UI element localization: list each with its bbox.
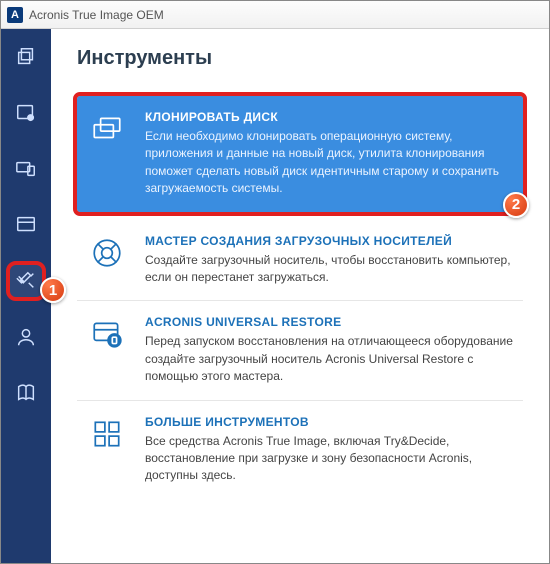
tool-desc: Если необходимо клонировать операционную… bbox=[145, 128, 513, 198]
devices-icon bbox=[15, 158, 37, 180]
lifebuoy-icon bbox=[87, 234, 127, 287]
callout-badge-1: 1 bbox=[40, 277, 66, 303]
tools-icon bbox=[15, 270, 37, 292]
sidebar-item-dashboard[interactable] bbox=[8, 207, 44, 243]
window-titlebar: A Acronis True Image OEM bbox=[1, 1, 549, 29]
app-logo-icon: A bbox=[7, 7, 23, 23]
grid-icon bbox=[87, 415, 127, 485]
shield-monitor-icon bbox=[87, 315, 127, 385]
tool-title: БОЛЬШЕ ИНСТРУМЕНТОВ bbox=[145, 415, 513, 429]
tool-title: КЛОНИРОВАТЬ ДИСК bbox=[145, 110, 513, 124]
window-title: Acronis True Image OEM bbox=[29, 8, 164, 22]
tool-title: МАСТЕР СОЗДАНИЯ ЗАГРУЗОЧНЫХ НОСИТЕЛЕЙ bbox=[145, 234, 513, 248]
sidebar-item-archive[interactable] bbox=[8, 95, 44, 131]
tool-desc: Перед запуском восстановления на отличаю… bbox=[145, 333, 513, 385]
sidebar-item-account[interactable] bbox=[8, 319, 44, 355]
tool-item-more-tools[interactable]: БОЛЬШЕ ИНСТРУМЕНТОВ Все средства Acronis… bbox=[77, 401, 523, 499]
tool-desc: Создайте загрузочный носитель, чтобы вос… bbox=[145, 252, 513, 287]
book-icon bbox=[15, 382, 37, 404]
tool-item-rescue-media[interactable]: МАСТЕР СОЗДАНИЯ ЗАГРУЗОЧНЫХ НОСИТЕЛЕЙ Со… bbox=[77, 220, 523, 302]
sidebar: 1 bbox=[1, 29, 51, 563]
tool-item-clone-disk[interactable]: КЛОНИРОВАТЬ ДИСК Если необходимо клониро… bbox=[77, 96, 523, 212]
tool-title: ACRONIS UNIVERSAL RESTORE bbox=[145, 315, 513, 329]
page-title: Инструменты bbox=[77, 47, 523, 70]
sidebar-item-backup[interactable] bbox=[8, 39, 44, 75]
disk-lock-icon bbox=[15, 102, 37, 124]
tool-desc: Все средства Acronis True Image, включая… bbox=[145, 433, 513, 485]
panel-icon bbox=[15, 214, 37, 236]
person-icon bbox=[15, 326, 37, 348]
sidebar-item-sync[interactable] bbox=[8, 151, 44, 187]
stack-icon bbox=[15, 46, 37, 68]
sidebar-item-help[interactable] bbox=[8, 375, 44, 411]
sidebar-item-tools[interactable]: 1 bbox=[8, 263, 44, 299]
clone-disk-icon bbox=[87, 110, 127, 198]
main-content: Инструменты КЛОНИРОВАТЬ ДИСК Если необхо… bbox=[51, 29, 549, 563]
callout-badge-2: 2 bbox=[503, 192, 529, 218]
tool-item-universal-restore[interactable]: ACRONIS UNIVERSAL RESTORE Перед запуском… bbox=[77, 301, 523, 400]
